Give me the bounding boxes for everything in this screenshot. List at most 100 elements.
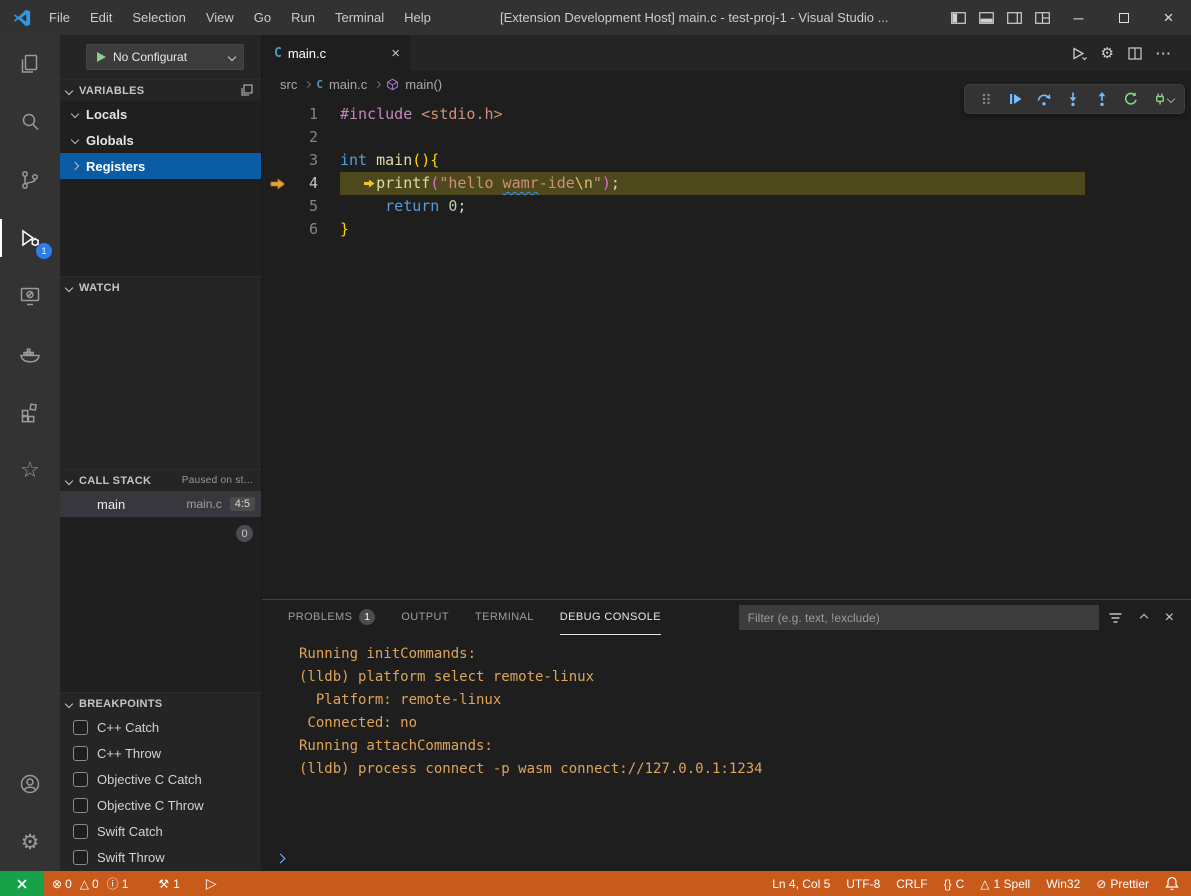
- menu-file[interactable]: File: [39, 10, 80, 25]
- checkbox-icon[interactable]: [73, 720, 88, 735]
- watch-section-header[interactable]: WATCH: [60, 276, 261, 298]
- status-cursor-position[interactable]: Ln 4, Col 5: [764, 871, 838, 896]
- configure-gear-icon[interactable]: ⚙: [1094, 44, 1121, 62]
- breakpoint-item[interactable]: C++ Catch: [60, 714, 261, 740]
- variables-item-locals[interactable]: Locals: [60, 101, 261, 127]
- start-debug-icon[interactable]: [95, 51, 107, 63]
- step-into-button[interactable]: [1058, 85, 1087, 113]
- toggle-sidebar-icon[interactable]: [944, 0, 972, 35]
- debug-config-row: No Configurat: [60, 35, 261, 79]
- restart-button[interactable]: [1116, 85, 1145, 113]
- maximize-button[interactable]: [1101, 0, 1146, 35]
- collapse-all-icon[interactable]: [240, 84, 253, 97]
- slash-icon: ⊘: [1096, 877, 1106, 891]
- more-actions-button[interactable]: ···: [1149, 46, 1179, 61]
- console-filter-input[interactable]: [739, 605, 1099, 630]
- toggle-secondary-sidebar-icon[interactable]: [1000, 0, 1028, 35]
- breakpoint-item[interactable]: Swift Catch: [60, 818, 261, 844]
- split-editor-button[interactable]: [1121, 47, 1149, 60]
- activity-source-control[interactable]: [0, 151, 60, 209]
- menu-edit[interactable]: Edit: [80, 10, 122, 25]
- checkbox-icon[interactable]: [73, 772, 88, 787]
- gutter[interactable]: [262, 103, 292, 126]
- close-button[interactable]: ×: [1146, 0, 1191, 35]
- panel-tab-output[interactable]: OUTPUT: [401, 600, 449, 635]
- breakpoints-section-header[interactable]: BREAKPOINTS: [60, 692, 261, 714]
- customize-layout-icon[interactable]: [1028, 0, 1056, 35]
- activity-search[interactable]: [0, 93, 60, 151]
- step-out-button[interactable]: [1087, 85, 1116, 113]
- code-line-2[interactable]: 2: [262, 126, 1191, 149]
- run-or-debug-button[interactable]: [1064, 46, 1094, 61]
- problems-status[interactable]: ⊗0 △0 ⓘ1: [44, 871, 144, 896]
- breakpoint-item[interactable]: C++ Throw: [60, 740, 261, 766]
- variables-section-header[interactable]: VARIABLES: [60, 79, 261, 101]
- code-editor[interactable]: 1#include <stdio.h>23int main(){4printf(…: [262, 97, 1191, 599]
- filter-icon[interactable]: [1099, 611, 1132, 625]
- gutter[interactable]: [262, 218, 292, 241]
- tab-main-c[interactable]: C main.c ×: [262, 35, 410, 71]
- panel-tab-problems[interactable]: PROBLEMS1: [288, 600, 375, 635]
- toolbar-drag-grip[interactable]: [971, 85, 1000, 113]
- status-eol[interactable]: CRLF: [888, 871, 935, 896]
- call-stack-section-header[interactable]: CALL STACK Paused on st...: [60, 469, 261, 491]
- breakpoint-item[interactable]: Objective C Throw: [60, 792, 261, 818]
- menu-terminal[interactable]: Terminal: [325, 10, 394, 25]
- breadcrumb-item[interactable]: src: [278, 77, 299, 92]
- activity-favorites[interactable]: ☆: [0, 441, 60, 499]
- checkbox-icon[interactable]: [73, 798, 88, 813]
- checkbox-icon[interactable]: [73, 746, 88, 761]
- tab-close-icon[interactable]: ×: [383, 45, 400, 62]
- activity-docker[interactable]: [0, 325, 60, 383]
- code-line-6[interactable]: 6}: [262, 218, 1191, 241]
- stack-frame-row[interactable]: main main.c 4:5: [60, 491, 261, 517]
- settings-button[interactable]: ⚙: [0, 813, 60, 871]
- breadcrumb-item[interactable]: main(): [403, 77, 444, 92]
- code-line-5[interactable]: 5 return 0;: [262, 195, 1191, 218]
- toggle-panel-icon[interactable]: [972, 0, 1000, 35]
- activity-remote-explorer[interactable]: [0, 267, 60, 325]
- continue-button[interactable]: [1000, 85, 1029, 113]
- debug-status[interactable]: ▷: [198, 871, 229, 896]
- variables-item-registers[interactable]: Registers: [60, 153, 261, 179]
- status-encoding[interactable]: UTF-8: [838, 871, 888, 896]
- status-platform[interactable]: Win32: [1038, 871, 1088, 896]
- debug-console-input[interactable]: [262, 845, 1191, 871]
- activity-run-and-debug[interactable]: 1: [0, 209, 60, 267]
- gutter[interactable]: [262, 126, 292, 149]
- breakpoint-item[interactable]: Swift Throw: [60, 844, 261, 870]
- tools-status[interactable]: ⚒1: [150, 871, 187, 896]
- error-icon: ⊗: [52, 877, 62, 891]
- gutter[interactable]: [262, 172, 292, 195]
- panel-tab-terminal[interactable]: TERMINAL: [475, 600, 534, 635]
- accounts-button[interactable]: [0, 755, 60, 813]
- status-prettier[interactable]: ⊘Prettier: [1088, 871, 1157, 896]
- maximize-panel-icon[interactable]: [1132, 615, 1156, 621]
- status-language-mode[interactable]: {}C: [936, 871, 973, 896]
- checkbox-icon[interactable]: [73, 850, 88, 865]
- code-line-3[interactable]: 3int main(){: [262, 149, 1191, 172]
- menu-view[interactable]: View: [196, 10, 244, 25]
- status-spell-checker[interactable]: △1 Spell: [972, 871, 1038, 896]
- gutter[interactable]: [262, 149, 292, 172]
- gutter[interactable]: [262, 195, 292, 218]
- activity-extensions[interactable]: [0, 383, 60, 441]
- menu-help[interactable]: Help: [394, 10, 441, 25]
- debug-config-dropdown[interactable]: No Configurat: [86, 44, 244, 70]
- panel-tab-debug-console[interactable]: DEBUG CONSOLE: [560, 600, 661, 635]
- notifications-bell[interactable]: [1157, 871, 1191, 896]
- breakpoint-item[interactable]: Objective C Catch: [60, 766, 261, 792]
- step-over-button[interactable]: [1029, 85, 1058, 113]
- close-panel-icon[interactable]: ×: [1156, 609, 1183, 627]
- minimize-button[interactable]: ─: [1056, 0, 1101, 35]
- remote-indicator[interactable]: [0, 871, 44, 896]
- code-line-4[interactable]: 4printf("hello wamr-ide\n");: [262, 172, 1191, 195]
- menu-selection[interactable]: Selection: [122, 10, 195, 25]
- menubar: FileEditSelectionViewGoRunTerminalHelp: [39, 0, 441, 35]
- menu-run[interactable]: Run: [281, 10, 325, 25]
- breadcrumb-item[interactable]: main.c: [327, 77, 369, 92]
- activity-explorer[interactable]: [0, 35, 60, 93]
- checkbox-icon[interactable]: [73, 824, 88, 839]
- variables-item-globals[interactable]: Globals: [60, 127, 261, 153]
- menu-go[interactable]: Go: [244, 10, 281, 25]
